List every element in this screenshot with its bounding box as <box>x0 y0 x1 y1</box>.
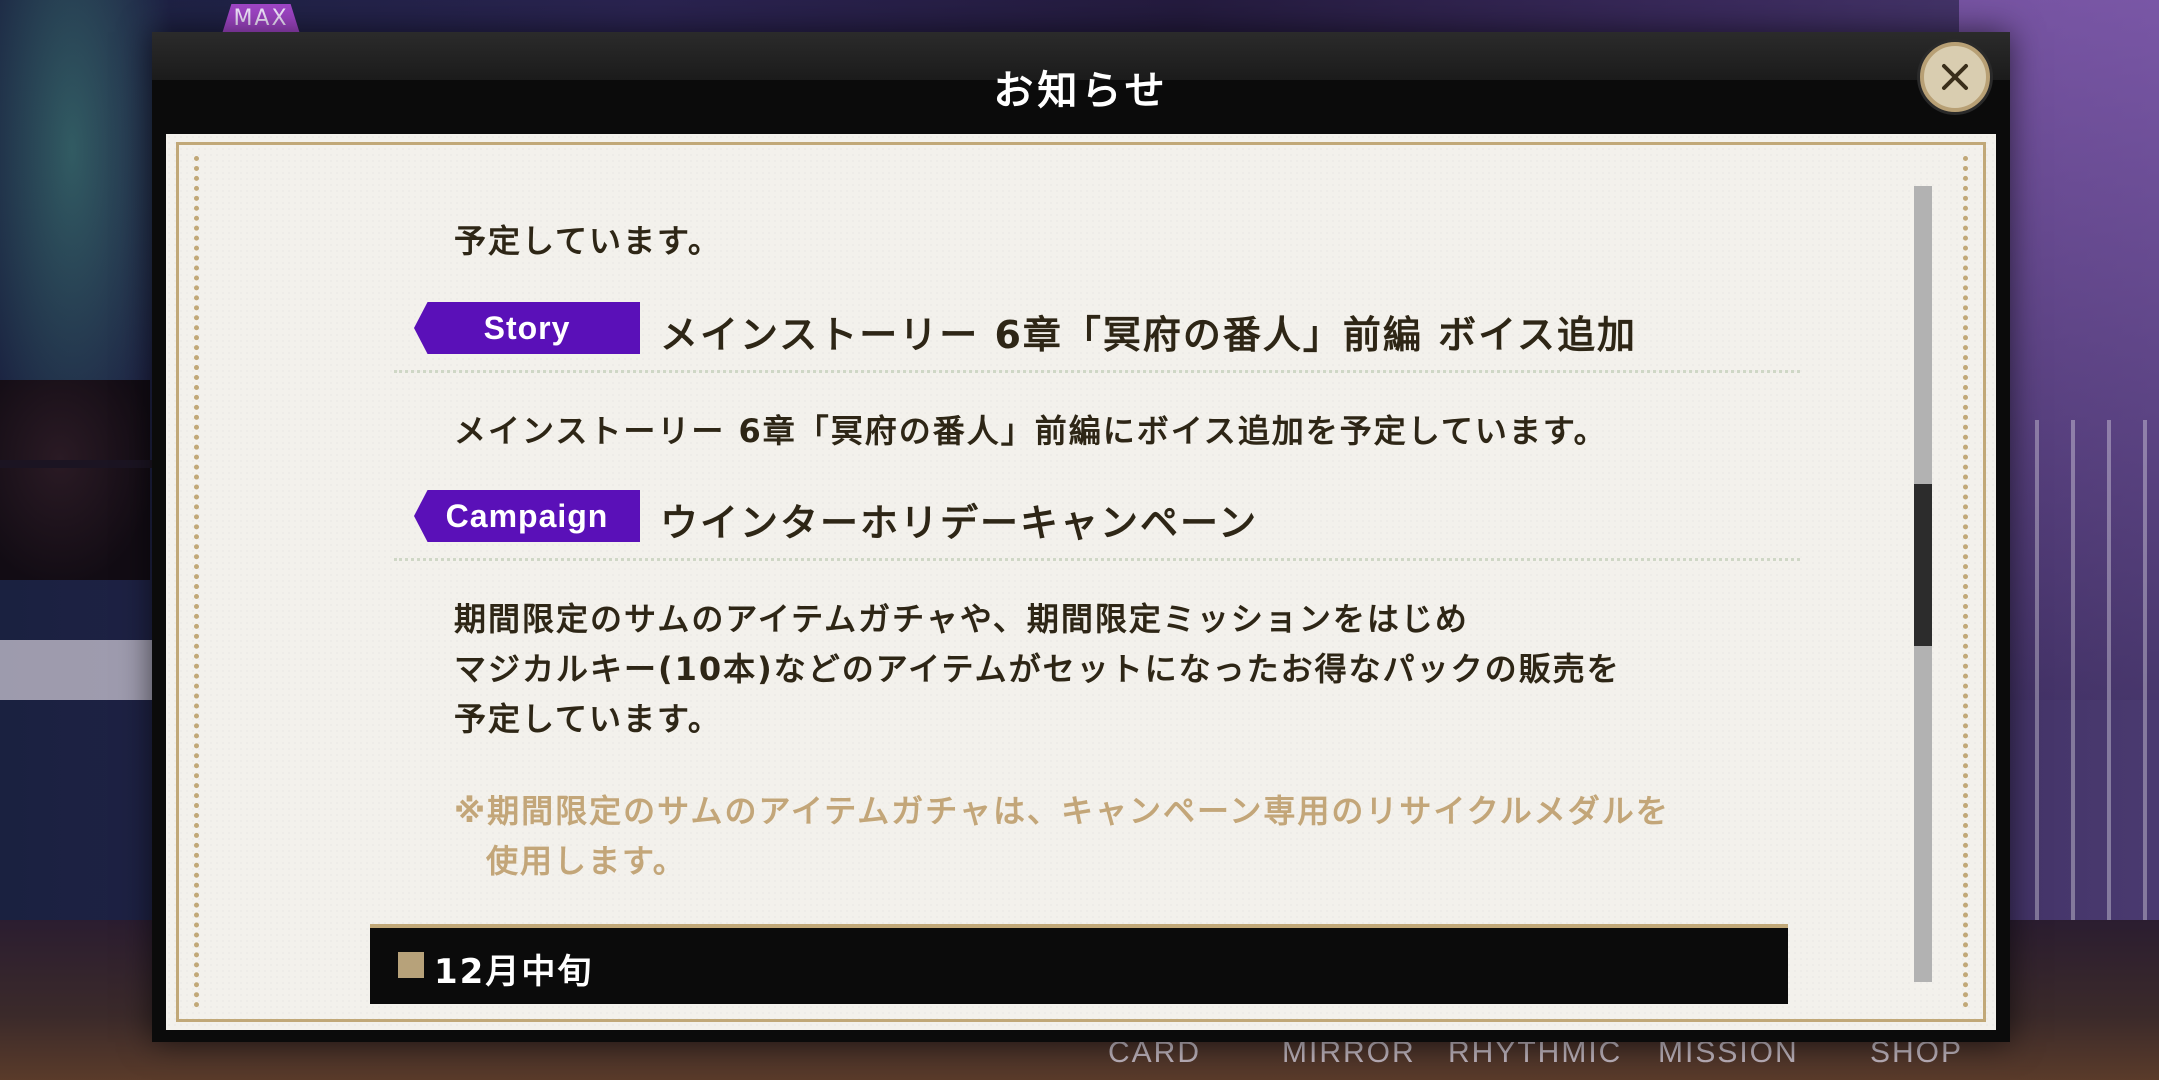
section-body-line: 期間限定のサムのアイテムガチャや、期間限定ミッションをはじめ <box>454 600 1469 638</box>
square-bullet-icon <box>398 952 424 978</box>
date-header-text: 12月中旬 <box>434 952 594 992</box>
notice-dialog: お知らせ 予定しています。 Story メインストーリー 6章「冥府の番人」前編… <box>152 32 2010 1042</box>
scrollbar-thumb[interactable] <box>1914 484 1932 646</box>
tag-campaign: Campaign <box>414 490 640 542</box>
close-icon <box>1942 64 1968 90</box>
notice-paper: 予定しています。 Story メインストーリー 6章「冥府の番人」前編 ボイス追… <box>166 134 1996 1030</box>
section-heading-story: メインストーリー 6章「冥府の番人」前編 ボイス追加 <box>660 313 1638 357</box>
close-button[interactable] <box>1920 42 1990 112</box>
section-divider <box>394 558 1800 561</box>
dotted-border-right <box>1963 156 1968 1008</box>
background-chair <box>0 380 150 580</box>
date-header-bar: 12月中旬 <box>370 924 1788 1004</box>
max-badge: MAX <box>222 4 300 34</box>
section-body-line: マジカルキー(10本)などのアイテムがセットになったお得なパックの販売を <box>454 650 1621 688</box>
notice-content[interactable]: 予定しています。 Story メインストーリー 6章「冥府の番人」前編 ボイス追… <box>166 134 1906 1030</box>
intro-line: 予定しています。 <box>454 222 722 260</box>
campaign-note: 使用します。 <box>486 842 687 880</box>
section-body-line: 予定しています。 <box>454 700 722 738</box>
background-rail <box>0 460 160 468</box>
section-body-story: メインストーリー 6章「冥府の番人」前編にボイス追加を予定しています。 <box>454 412 1608 450</box>
bottom-nav: CARD MIRROR RHYTHMIC MISSION SHOP <box>1080 1036 2020 1080</box>
section-divider <box>394 370 1800 373</box>
campaign-note: ※期間限定のサムのアイテムガチャは、キャンペーン専用のリサイクルメダルを <box>454 792 1670 830</box>
section-heading-campaign: ウインターホリデーキャンペーン <box>660 501 1259 545</box>
dialog-title: お知らせ <box>993 68 1169 114</box>
tag-story: Story <box>414 302 640 354</box>
background-table <box>0 640 160 700</box>
